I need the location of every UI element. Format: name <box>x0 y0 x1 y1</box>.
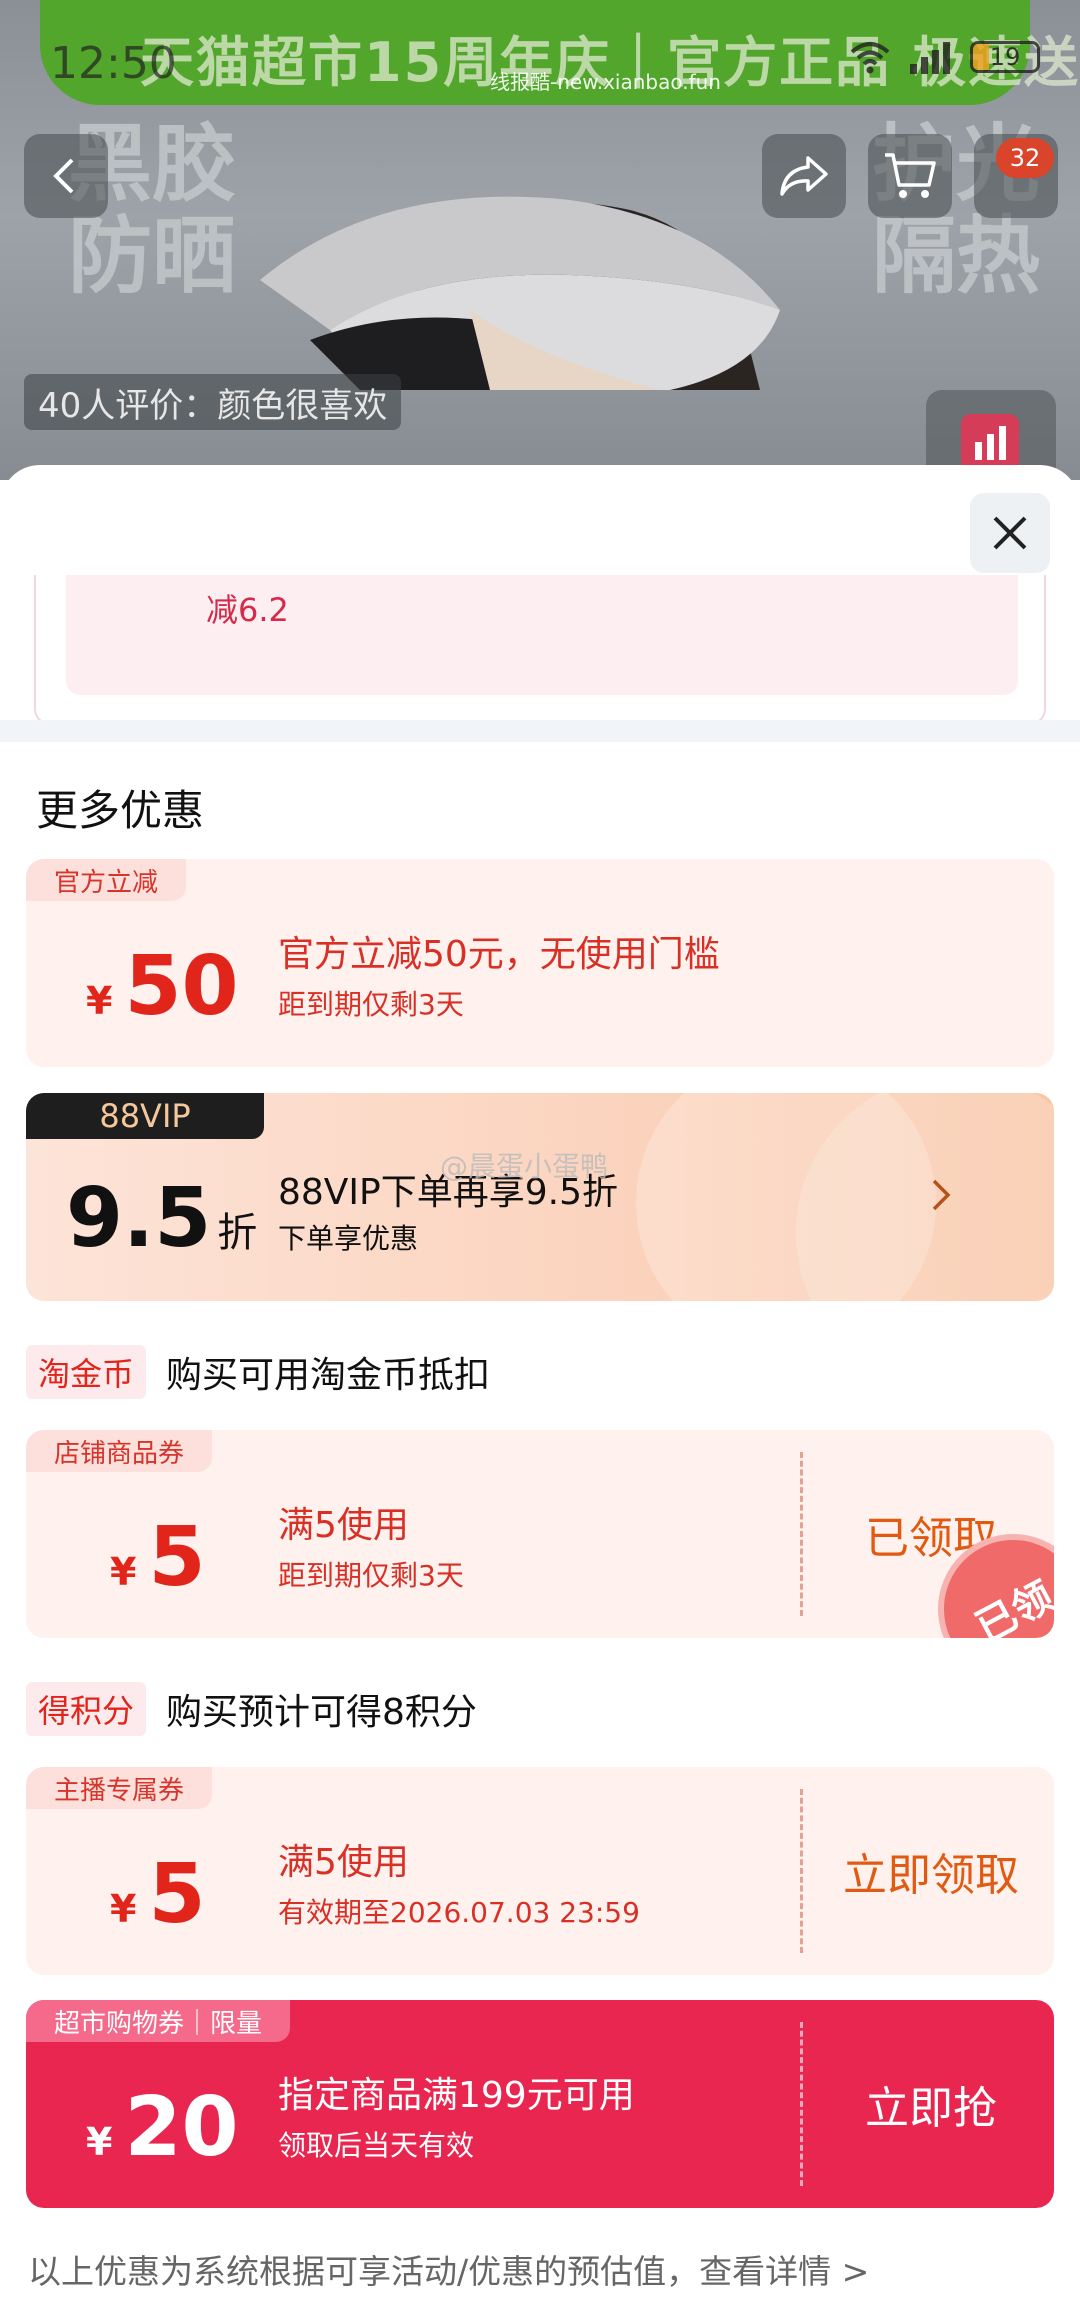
weibo-watermark: @晨蛋小蛋鸭 <box>440 1150 609 1183</box>
cart-icon <box>885 153 936 198</box>
coupon-amount: ¥ 5 <box>110 1510 206 1605</box>
taojinbi-tag: 淘金币 <box>26 1345 147 1399</box>
watermark-text: 线报酷-new.xianbao.fun <box>490 70 721 94</box>
battery-icon: 19 <box>970 41 1040 73</box>
market-coupon-card: 超市购物券｜限量 ¥ 20 指定商品满199元可用 领取后当天有效 立即抢 <box>26 2000 1054 2208</box>
cart-count-badge: 32 <box>996 138 1054 178</box>
shop-coupon-card: 店铺商品券 ¥ 5 满5使用 距到期仅剩3天 已领取 已领 <box>26 1430 1054 1638</box>
taojinbi-row: 淘金币 购买可用淘金币抵扣 <box>26 1345 490 1399</box>
coupon-divider <box>800 1452 803 1616</box>
cart-button[interactable] <box>868 134 952 218</box>
section-title: 更多优惠 <box>36 786 205 835</box>
official-discount-card: 官方立减 ¥ 50 官方立减50元，无使用门槛 距到期仅剩3天 <box>26 859 1054 1067</box>
coupon-title: 官方立减50元，无使用门槛 <box>278 934 720 975</box>
coupon-title: 指定商品满199元可用 <box>278 2075 635 2116</box>
status-icons: 19 <box>850 40 1040 74</box>
taojinbi-text: 购买可用淘金币抵扣 <box>166 1355 491 1396</box>
close-icon <box>993 516 1027 550</box>
chevron-right-icon <box>932 1179 951 1211</box>
share-icon <box>780 156 828 196</box>
promotions-sheet: 减6.2 更多优惠 官方立减 ¥ 50 官方立减50元，无使用门槛 距到期仅剩3… <box>0 465 1080 2324</box>
share-button[interactable] <box>762 134 846 218</box>
coupon-amount: ¥ 20 <box>86 2080 239 2175</box>
coupon-subtitle: 距到期仅剩3天 <box>278 1559 464 1592</box>
previous-discount-card: 减6.2 <box>34 575 1046 725</box>
product-image <box>260 196 780 390</box>
coupon-amount: ¥ 50 <box>86 939 239 1034</box>
product-background: 天猫超市15周年庆｜官方正品 极速送达 12:50 19 线报酷-new.xia… <box>0 0 1080 480</box>
close-button[interactable] <box>970 493 1050 573</box>
anchor-coupon-card: 主播专属券 ¥ 5 满5使用 有效期至2026.07.03 23:59 立即领取 <box>26 1767 1054 1975</box>
coupon-subtitle: 有效期至2026.07.03 23:59 <box>278 1896 640 1929</box>
review-tag[interactable]: 40人评价：颜色很喜欢 <box>24 374 402 430</box>
points-row: 得积分 购买预计可得8积分 <box>26 1682 477 1736</box>
coupon-subtitle: 距到期仅剩3天 <box>278 988 464 1021</box>
vip-discount: 9.5 折 <box>66 1171 258 1266</box>
previous-discount-text: 减6.2 <box>206 591 289 629</box>
vip-tag: 88VIP <box>26 1093 264 1139</box>
back-button[interactable] <box>24 134 108 218</box>
points-tag: 得积分 <box>26 1682 147 1736</box>
coupon-title: 满5使用 <box>278 1842 409 1883</box>
section-divider <box>0 720 1080 742</box>
points-text: 购买预计可得8积分 <box>166 1692 477 1733</box>
claim-button[interactable]: 立即领取 <box>816 1839 1046 1903</box>
coupon-tag: 官方立减 <box>26 859 187 901</box>
coupon-tag: 店铺商品券 <box>26 1430 213 1472</box>
signal-icon <box>910 42 950 74</box>
vip-discount-card[interactable]: 88VIP 9.5 折 88VIP下单再享9.5折 下单享优惠 <box>26 1093 1054 1301</box>
coupon-subtitle: 领取后当天有效 <box>278 2129 475 2162</box>
coupon-divider <box>800 1789 803 1953</box>
previous-discount-inner: 减6.2 <box>66 575 1018 695</box>
status-time: 12:50 <box>50 38 177 89</box>
coupon-divider <box>800 2022 803 2186</box>
stats-icon <box>961 414 1019 472</box>
wifi-icon <box>850 42 890 74</box>
footer-note-link[interactable]: 以上优惠为系统根据可享活动/优惠的预估值，查看详情 > <box>28 2245 869 2293</box>
vip-subtitle: 下单享优惠 <box>278 1222 419 1255</box>
back-icon <box>53 158 74 194</box>
grab-button[interactable]: 立即抢 <box>816 2072 1046 2136</box>
coupon-tag: 超市购物券｜限量 <box>26 2000 291 2042</box>
coupon-amount: ¥ 5 <box>110 1847 206 1942</box>
coupon-tag: 主播专属券 <box>26 1767 213 1809</box>
coupon-title: 满5使用 <box>278 1505 409 1546</box>
